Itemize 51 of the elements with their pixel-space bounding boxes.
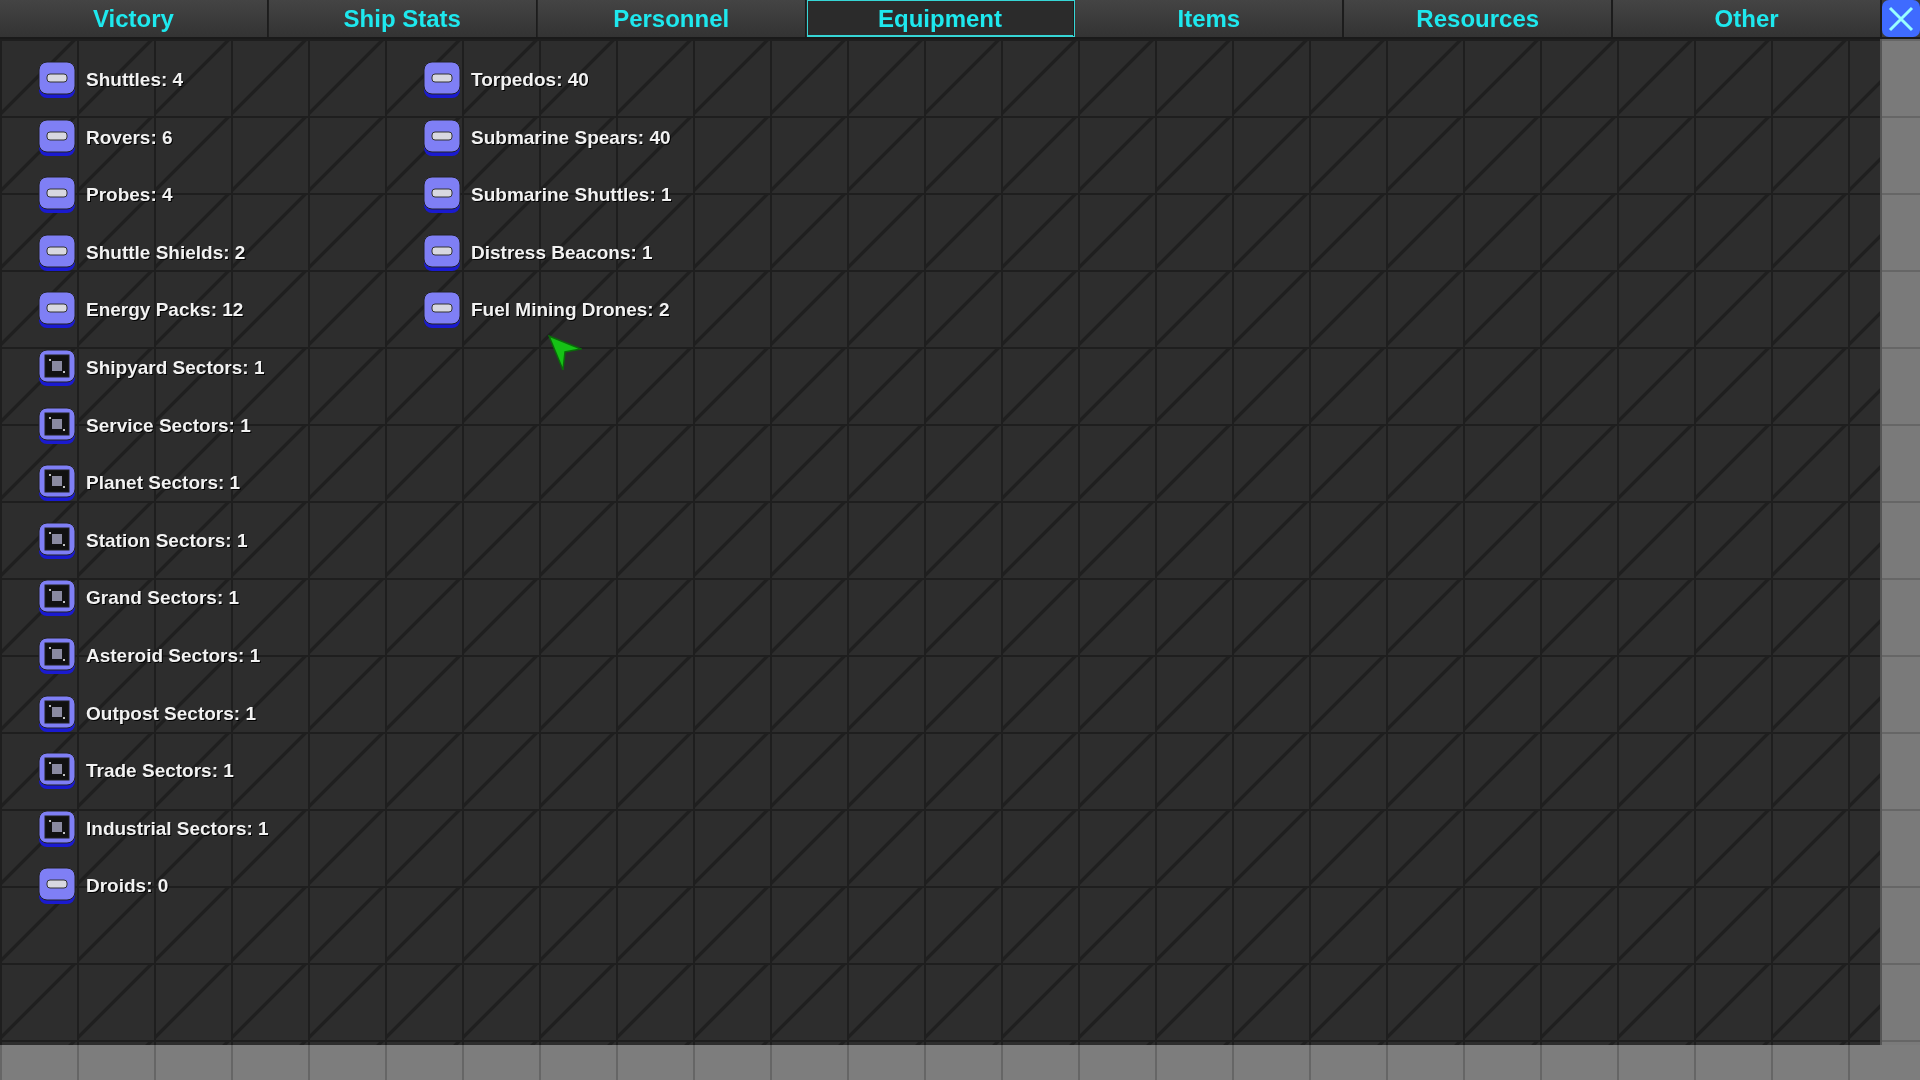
item-label: Torpedos: 40	[471, 69, 589, 91]
item-icon	[38, 176, 76, 215]
item-icon	[38, 867, 76, 906]
tab[interactable]: Victory	[0, 0, 269, 37]
tab[interactable]: Equipment	[806, 0, 1076, 37]
item-icon	[423, 118, 461, 157]
tab[interactable]: Resources	[1344, 0, 1614, 37]
item-label: Shuttle Shields: 2	[86, 241, 246, 264]
item-label: Distress Beacons: 1	[471, 241, 653, 264]
item-label: Outpost Sectors: 1	[86, 702, 256, 725]
item-label: Planet Sectors: 1	[86, 472, 241, 495]
item-icon	[423, 233, 461, 272]
item-icon	[38, 61, 76, 99]
item-icon	[423, 61, 461, 99]
tab[interactable]: Personnel	[537, 0, 807, 37]
item-icon	[38, 579, 76, 618]
item-icon	[38, 752, 76, 791]
item-label: Submarine Spears: 40	[471, 126, 671, 149]
item-label: Energy Packs: 12	[86, 299, 244, 322]
item-label: Shipyard Sectors: 1	[86, 356, 265, 379]
scrollbar[interactable]	[1880, 39, 1920, 1045]
close-icon	[1887, 4, 1915, 33]
item-icon	[38, 521, 76, 560]
item-icon	[38, 233, 76, 272]
item-icon	[38, 809, 76, 848]
item-label: Droids: 0	[86, 875, 169, 898]
item-label: Station Sectors: 1	[86, 529, 248, 552]
tab[interactable]: Other	[1613, 0, 1882, 37]
item-label: Submarine Shuttles: 1	[471, 184, 672, 207]
item-icon	[38, 636, 76, 675]
item-label: Grand Sectors: 1	[86, 587, 240, 610]
close-button[interactable]	[1882, 0, 1920, 37]
item-icon	[38, 118, 76, 157]
tab[interactable]: Items	[1075, 0, 1345, 37]
item-label: Fuel Mining Drones: 2	[471, 299, 670, 322]
item-icon	[38, 348, 76, 387]
item-icon	[38, 694, 76, 733]
item-label: Asteroid Sectors: 1	[86, 644, 261, 667]
item-label: Industrial Sectors: 1	[86, 817, 269, 840]
item-label: Shuttles: 4	[86, 69, 184, 91]
item-label: Probes: 4	[86, 184, 173, 207]
item-label: Service Sectors: 1	[86, 414, 251, 437]
item-icon	[38, 464, 76, 503]
item-icon	[38, 291, 76, 330]
item-label: Rovers: 6	[86, 126, 173, 149]
item-label: Trade Sectors: 1	[86, 760, 234, 783]
tab[interactable]: Ship Stats	[268, 0, 538, 37]
item-icon	[38, 406, 76, 445]
item-icon	[423, 176, 461, 215]
cursor-icon	[548, 335, 582, 371]
item-icon	[423, 291, 461, 330]
